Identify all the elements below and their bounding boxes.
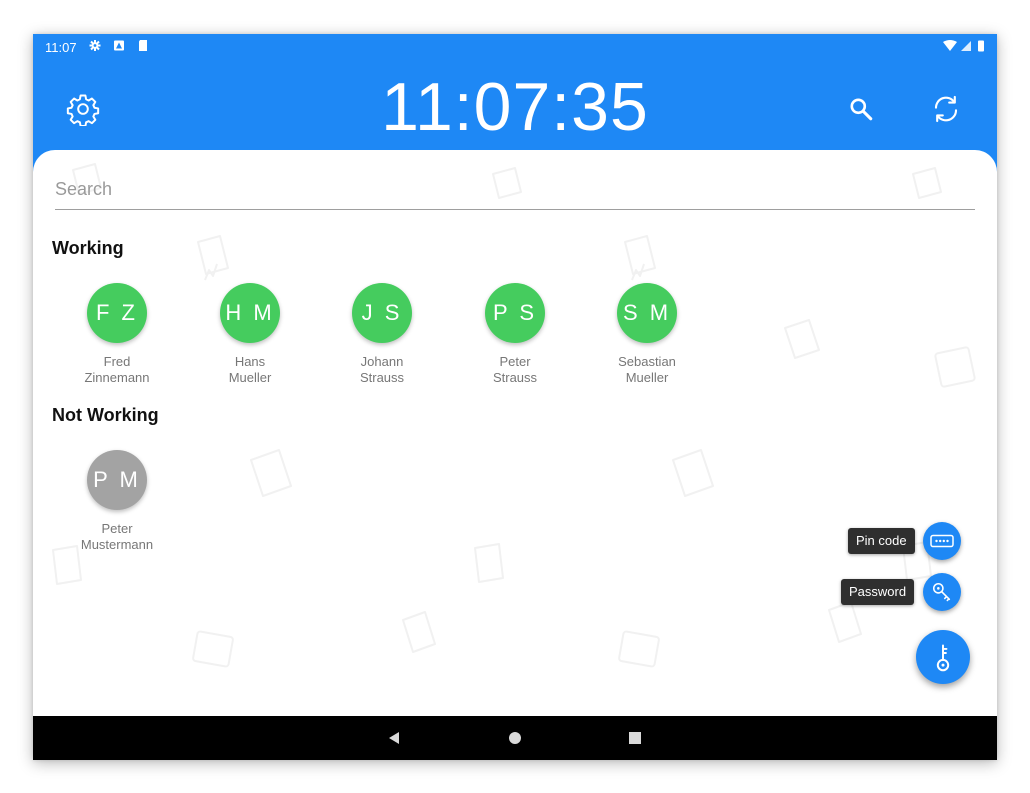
search-field[interactable] — [55, 170, 975, 210]
system-nav-bar — [33, 716, 997, 760]
home-icon — [509, 732, 521, 744]
pin-code-button[interactable] — [923, 522, 961, 560]
battery-icon — [978, 40, 984, 52]
status-right-icons — [943, 40, 984, 52]
content-sheet: Working F Z Fred Zinnemann H M Hans Muel… — [33, 150, 997, 716]
employee-name: Hans Mueller — [195, 354, 305, 386]
home-button[interactable] — [503, 726, 527, 750]
employee-card-sebastian-mueller[interactable]: S M Sebastian Mueller — [592, 283, 702, 386]
key-icon — [936, 644, 950, 672]
avatar: P S — [485, 283, 545, 343]
employee-name: Peter Mustermann — [62, 521, 172, 553]
avatar: P M — [87, 450, 147, 510]
first-name: Hans — [234, 354, 266, 369]
last-name: Mueller — [228, 370, 272, 385]
back-button[interactable] — [382, 726, 406, 750]
first-name: Peter — [101, 521, 133, 536]
tablet-screen: 11:07 11:07:35 Search Working F Z Fred Z… — [33, 34, 997, 760]
section-title-not-working: Not Working — [52, 405, 159, 425]
login-menu-fab[interactable] — [916, 630, 970, 684]
key-icon — [932, 582, 951, 602]
password-button[interactable] — [923, 573, 961, 611]
section-title-working: Working — [52, 238, 124, 258]
first-name: Sebastian — [618, 354, 676, 369]
back-icon — [389, 732, 399, 744]
search-button[interactable] — [841, 89, 881, 129]
pin-code-icon — [930, 534, 954, 548]
wifi-icon — [943, 40, 957, 51]
last-name: Mueller — [625, 370, 669, 385]
first-name: Peter — [499, 354, 531, 369]
sd-card-icon — [139, 40, 147, 51]
password-label[interactable]: Password — [841, 579, 915, 605]
sync-icon — [934, 95, 958, 123]
settings-small-icon — [89, 40, 101, 51]
last-name: Mustermann — [80, 537, 154, 552]
first-name: Johann — [360, 354, 404, 369]
employee-name: Peter Strauss — [460, 354, 570, 386]
recents-icon — [629, 732, 641, 744]
sync-button[interactable] — [926, 89, 966, 129]
recents-button[interactable] — [623, 726, 647, 750]
avatar: H M — [220, 283, 280, 343]
search-input[interactable] — [55, 174, 975, 204]
last-name: Strauss — [492, 370, 538, 385]
employee-card-fred-zinnemann[interactable]: F Z Fred Zinnemann — [62, 283, 172, 386]
first-name: Fred — [103, 354, 131, 369]
background-pattern — [52, 163, 976, 668]
employee-card-johann-strauss[interactable]: J S Johann Strauss — [327, 283, 437, 386]
employee-card-hans-mueller[interactable]: H M Hans Mueller — [195, 283, 305, 386]
last-name: Strauss — [359, 370, 405, 385]
employee-name: Sebastian Mueller — [592, 354, 702, 386]
notification-icon — [114, 40, 124, 51]
status-time: 11:07 — [45, 40, 77, 55]
last-name: Zinnemann — [84, 370, 150, 385]
employee-card-peter-strauss[interactable]: P S Peter Strauss — [460, 283, 570, 386]
pin-code-label[interactable]: Pin code — [848, 528, 915, 554]
employee-card-peter-mustermann[interactable]: P M Peter Mustermann — [62, 450, 172, 553]
avatar: F Z — [87, 283, 147, 343]
signal-icon — [961, 41, 971, 51]
search-icon — [850, 98, 873, 121]
employee-name: Fred Zinnemann — [62, 354, 172, 386]
avatar: S M — [617, 283, 677, 343]
employee-name: Johann Strauss — [327, 354, 437, 386]
avatar: J S — [352, 283, 412, 343]
